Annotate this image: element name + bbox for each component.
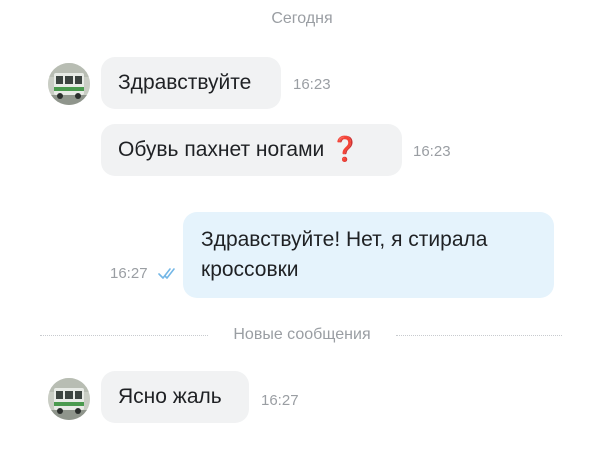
avatar-image	[48, 378, 90, 420]
contact-avatar[interactable]	[48, 378, 90, 420]
message-text-line: кроссовки	[201, 258, 299, 281]
message-text: Ясно жаль	[118, 385, 222, 408]
message-text: Обувь пахнет ногами	[118, 138, 325, 161]
message-bubble-incoming[interactable]: Обувь пахнет ногами ❓	[101, 124, 402, 176]
message-bubble-outgoing[interactable]: Здравствуйте! Нет, я стирала кроссовки	[183, 212, 554, 298]
red-question-mark-icon: ❓	[330, 136, 361, 163]
avatar-image	[48, 63, 90, 105]
read-checkmarks-icon	[158, 268, 175, 279]
new-messages-separator: Новые сообщения	[0, 324, 604, 348]
message-text: Здравствуйте	[118, 71, 252, 94]
separator-line-right	[396, 335, 562, 336]
chat-thread: Сегодня Здравствуйте 16:23 Обувь пахнет …	[0, 0, 604, 452]
message-time: 16:27	[261, 392, 299, 409]
message-time: 16:23	[293, 76, 331, 93]
message-text-line: Здравствуйте! Нет, я стирала	[201, 228, 488, 251]
message-bubble-incoming[interactable]: Здравствуйте	[101, 57, 281, 109]
contact-avatar[interactable]	[48, 63, 90, 105]
message-bubble-incoming[interactable]: Ясно жаль	[101, 371, 249, 423]
message-time: 16:27	[110, 265, 148, 282]
message-time: 16:23	[413, 143, 451, 160]
date-separator: Сегодня	[271, 10, 333, 27]
